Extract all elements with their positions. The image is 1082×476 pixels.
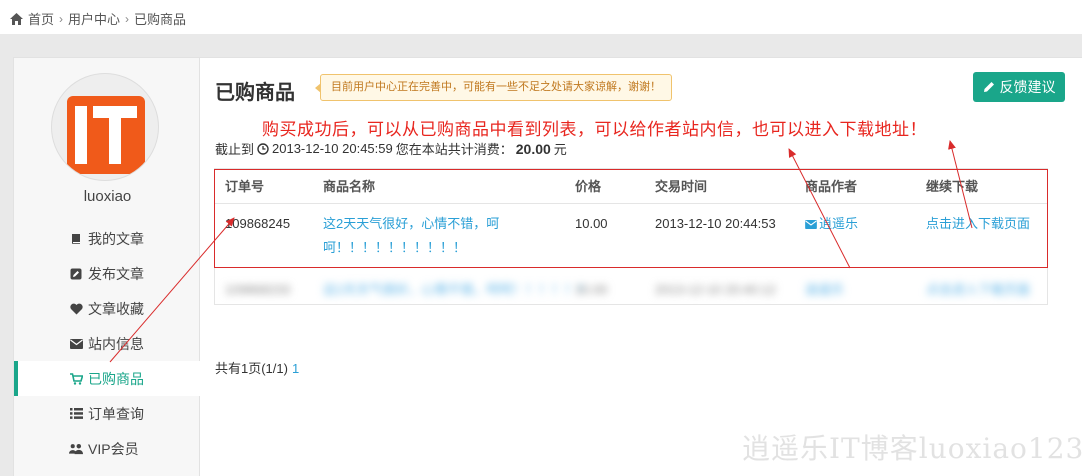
sidebar-item-label: VIP会员 xyxy=(88,440,139,457)
pager-text: 共有1页(1/1) xyxy=(215,361,288,376)
summary-unit: 元 xyxy=(553,142,567,157)
sidebar-item-my-articles[interactable]: 我的文章 xyxy=(14,221,201,256)
breadcrumb-user-center[interactable]: 用户中心 xyxy=(68,9,120,28)
pagination: 共有1页(1/1) 1 xyxy=(215,358,299,377)
feedback-label: 反馈建议 xyxy=(999,79,1056,95)
breadcrumb-current: 已购商品 xyxy=(134,12,187,27)
envelope-icon xyxy=(69,337,83,351)
notice-banner: 目前用户中心正在完善中，可能有一些不足之处请大家谅解，谢谢！ xyxy=(315,74,672,101)
breadcrumb-home[interactable]: 首页 xyxy=(28,9,54,28)
author-name: 逍遥乐 xyxy=(819,216,859,231)
spending-summary: 截止到 2013-12-10 20:45:59 您在本站共计消费： 20.00 … xyxy=(215,139,567,158)
author-name[interactable]: 逍遥乐 xyxy=(805,278,844,302)
download-link[interactable]: 点击进入下载页面 xyxy=(926,212,1030,236)
cart-icon xyxy=(69,372,83,386)
main-panel: 已购商品 目前用户中心正在完善中，可能有一些不足之处请大家谅解，谢谢！ 反馈建议… xyxy=(200,57,1082,476)
sidebar-item-label: 已购商品 xyxy=(88,370,144,387)
sidebar-item-label: 我的文章 xyxy=(88,230,144,247)
username: luoxiao xyxy=(83,188,132,205)
users-icon xyxy=(69,442,83,456)
summary-label: 您在本站共计消费： xyxy=(395,142,513,157)
trade-time: 2013-12-10 20:44:53 xyxy=(655,216,776,231)
sidebar-item-publish-article[interactable]: 发布文章 xyxy=(14,256,201,291)
summary-prefix: 截止到 xyxy=(215,142,255,157)
price: 10.00 xyxy=(575,216,608,231)
heart-icon xyxy=(69,302,83,316)
sidebar-item-vip[interactable]: VIP会员 xyxy=(14,431,201,466)
pencil-icon xyxy=(983,82,994,92)
page-title: 已购商品 xyxy=(215,82,295,104)
table-row: 109868245 这2天天气很好，心情不错，呵呵！！！！！！！！！！ 10.0… xyxy=(215,204,1047,268)
annotation-text: 购买成功后，可以从已购商品中看到列表，可以给作者站内信，也可以进入下载地址！ xyxy=(262,120,927,140)
it-logo xyxy=(67,96,145,174)
price: 10.00 xyxy=(575,282,608,297)
header-time: 交易时间 xyxy=(655,179,708,194)
list-icon xyxy=(69,407,83,421)
breadcrumb-separator: › xyxy=(125,11,130,26)
header-author: 商品作者 xyxy=(805,179,858,194)
table-header-row: 订单号 商品名称 价格 交易时间 商品作者 继续下载 xyxy=(215,169,1047,204)
top-bar: 首页 › 用户中心 › 已购商品 xyxy=(0,0,1082,34)
sidebar-item-label: 订单查询 xyxy=(88,405,144,422)
avatar[interactable] xyxy=(51,73,159,181)
summary-amount: 20.00 xyxy=(515,140,551,157)
order-id: 109868245 xyxy=(225,216,291,231)
sidebar-item-label: 站内信息 xyxy=(88,335,144,352)
edit-icon xyxy=(69,267,83,281)
sidebar-item-label: 文章收藏 xyxy=(88,300,144,317)
home-icon xyxy=(10,12,23,25)
orders-table: 订单号 商品名称 价格 交易时间 商品作者 继续下载 109868245 这2天… xyxy=(214,168,1048,305)
breadcrumb: 首页 › 用户中心 › 已购商品 xyxy=(10,9,186,28)
sidebar-item-purchased[interactable]: 已购商品 xyxy=(14,361,201,396)
product-link[interactable]: 这2天天气很好，心情不错，呵呵！！！！！！！！！！ xyxy=(323,212,563,260)
header-download: 继续下载 xyxy=(926,179,979,194)
clock-icon xyxy=(257,142,269,155)
breadcrumb-separator: › xyxy=(59,11,64,26)
header-product: 商品名称 xyxy=(323,179,376,194)
summary-time: 2013-12-10 20:45:59 xyxy=(272,141,393,156)
sidebar: luoxiao 我的文章 发布文章 文章收藏 站内信息 已购商品 订单查询 VI… xyxy=(13,57,201,476)
watermark: 逍遥乐IT博客luoxiao123.cn xyxy=(742,432,1082,465)
page-link[interactable]: 1 xyxy=(292,361,299,376)
table-row: 109868233 这2天天气很好，心情不错，呵呵！！！！！！ 10.00 20… xyxy=(215,268,1047,304)
order-id: 109868233 xyxy=(225,282,291,297)
sidebar-item-label: 发布文章 xyxy=(88,265,144,282)
sidebar-item-favorites[interactable]: 文章收藏 xyxy=(14,291,201,326)
sidebar-menu: 我的文章 发布文章 文章收藏 站内信息 已购商品 订单查询 VIP会员 xyxy=(14,221,201,466)
trade-time: 2013-12-10 20:40:12 xyxy=(655,282,776,297)
book-icon xyxy=(69,232,83,246)
header-order-id: 订单号 xyxy=(225,179,265,194)
envelope-icon xyxy=(805,219,817,229)
download-link[interactable]: 点击进入下载页面 xyxy=(926,278,1030,302)
header-price: 价格 xyxy=(575,179,602,194)
feedback-button[interactable]: 反馈建议 xyxy=(973,72,1065,102)
sidebar-item-orders[interactable]: 订单查询 xyxy=(14,396,201,431)
product-link[interactable]: 这2天天气很好，心情不错，呵呵！！！！！！ xyxy=(323,278,590,302)
sidebar-item-messages[interactable]: 站内信息 xyxy=(14,326,201,361)
author-message-link[interactable]: 逍遥乐 xyxy=(805,212,858,236)
